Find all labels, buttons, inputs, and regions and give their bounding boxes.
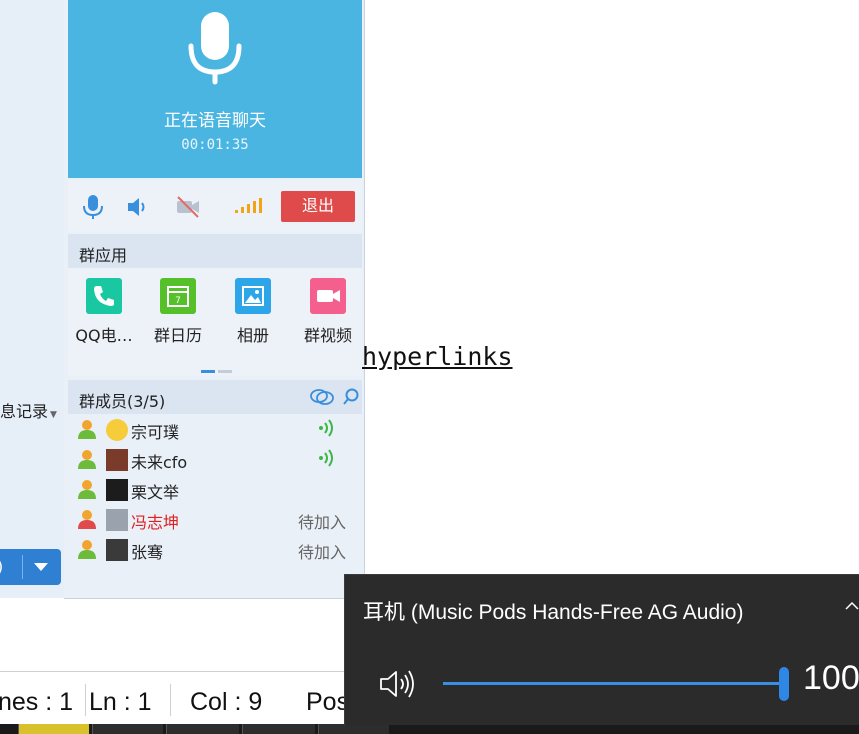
status-ln: Ln : 1 bbox=[89, 688, 152, 716]
taskbar-item[interactable] bbox=[242, 724, 315, 734]
taskbar bbox=[0, 724, 859, 734]
members-header: 群成员(3/5) bbox=[68, 380, 362, 414]
camera-off-icon[interactable] bbox=[174, 195, 202, 219]
member-name: 未来cfo bbox=[131, 453, 188, 472]
signal-strength-icon bbox=[235, 198, 262, 213]
app-label: 群视频 bbox=[303, 326, 352, 345]
avatar bbox=[106, 419, 128, 441]
app-album[interactable]: 相册 bbox=[216, 278, 290, 346]
taskbar-item[interactable] bbox=[18, 724, 89, 734]
send-split-button[interactable]: ) bbox=[0, 549, 61, 585]
chat-record-dropdown[interactable]: 息记录 ▼ bbox=[0, 398, 57, 422]
call-controls: 退出 bbox=[68, 180, 362, 232]
speaking-icon bbox=[319, 449, 333, 467]
member-name: 栗文举 bbox=[131, 483, 180, 502]
chat-bubble-icon[interactable] bbox=[310, 388, 334, 406]
volume-slider-track[interactable] bbox=[443, 682, 784, 685]
user-icon bbox=[78, 510, 96, 529]
app-group-calendar[interactable]: 7 群日历 bbox=[141, 278, 215, 346]
user-icon bbox=[78, 450, 96, 469]
user-icon bbox=[78, 420, 96, 439]
volume-value: 100 bbox=[803, 659, 859, 697]
status-pos: Pos bbox=[306, 688, 350, 716]
app-qq-phone[interactable]: QQ电… bbox=[67, 278, 141, 346]
avatar bbox=[106, 449, 128, 471]
phone-icon bbox=[86, 278, 122, 314]
calendar-icon: 7 bbox=[160, 278, 196, 314]
chat-record-label: 息记录 bbox=[0, 402, 49, 421]
voice-chat-panel: 正在语音聊天 00:01:35 退出 群应用 QQ电… 7 群日历 相册 群视频… bbox=[64, 0, 365, 599]
app-label: 群日历 bbox=[153, 326, 202, 345]
member-row[interactable]: 未来cfo bbox=[68, 444, 362, 474]
members-title: 群成员(3/5) bbox=[79, 392, 166, 411]
chevron-down-icon[interactable] bbox=[34, 563, 48, 571]
exit-call-button[interactable]: 退出 bbox=[281, 191, 355, 222]
taskbar-item[interactable] bbox=[166, 724, 239, 734]
svg-text:7: 7 bbox=[175, 296, 181, 306]
send-label-fragment: ) bbox=[0, 557, 3, 576]
group-apps-grid: QQ电… 7 群日历 相册 群视频 bbox=[68, 268, 362, 376]
mic-toggle-icon[interactable] bbox=[82, 194, 104, 220]
chevron-up-icon[interactable] bbox=[845, 601, 859, 611]
member-list: 宗可璞 未来cfo 栗文举 冯志坤 待加入 张骞 待加入 bbox=[68, 414, 362, 594]
speaker-volume-icon[interactable] bbox=[379, 668, 419, 700]
microphone-icon bbox=[188, 12, 242, 85]
photo-album-icon bbox=[235, 278, 271, 314]
status-col: Col : 9 bbox=[190, 688, 263, 716]
app-group-video[interactable]: 群视频 bbox=[291, 278, 365, 346]
video-camera-icon bbox=[310, 278, 346, 314]
user-icon bbox=[78, 480, 96, 499]
member-name: 张骞 bbox=[131, 543, 164, 562]
avatar bbox=[106, 479, 128, 501]
page-indicator[interactable] bbox=[201, 358, 235, 377]
avatar bbox=[106, 539, 128, 561]
voice-status-text: 正在语音聊天 bbox=[164, 111, 266, 131]
speaking-icon bbox=[319, 419, 333, 437]
speaker-icon[interactable] bbox=[126, 196, 150, 218]
group-apps-header: 群应用 bbox=[68, 234, 362, 268]
audio-device-name[interactable]: 耳机 (Music Pods Hands-Free AG Audio) bbox=[363, 596, 743, 626]
status-lines: nes : 1 bbox=[0, 688, 74, 716]
call-timer: 00:01:35 bbox=[181, 137, 249, 153]
volume-slider-thumb[interactable] bbox=[779, 667, 789, 701]
member-status: 待加入 bbox=[297, 543, 346, 562]
member-status: 待加入 bbox=[297, 513, 346, 532]
member-name: 宗可璞 bbox=[131, 423, 180, 442]
avatar bbox=[106, 509, 128, 531]
member-row[interactable]: 冯志坤 待加入 bbox=[68, 504, 362, 534]
member-name: 冯志坤 bbox=[131, 513, 180, 532]
taskbar-item[interactable] bbox=[92, 724, 163, 734]
member-row[interactable]: 张骞 待加入 bbox=[68, 534, 362, 564]
hyperlink-text[interactable]: hyperlinks bbox=[362, 342, 513, 371]
member-row[interactable]: 宗可璞 bbox=[68, 414, 362, 444]
volume-flyout: 耳机 (Music Pods Hands-Free AG Audio) 100 bbox=[344, 574, 859, 725]
app-label: QQ电… bbox=[75, 326, 133, 345]
search-icon[interactable] bbox=[342, 388, 360, 406]
taskbar-item[interactable] bbox=[318, 724, 389, 734]
group-apps-title: 群应用 bbox=[79, 246, 128, 265]
member-row[interactable]: 栗文举 bbox=[68, 474, 362, 504]
voice-header: 正在语音聊天 00:01:35 bbox=[68, 0, 362, 178]
chevron-down-icon: ▼ bbox=[50, 410, 57, 420]
app-label: 相册 bbox=[236, 326, 269, 345]
user-icon bbox=[78, 540, 96, 559]
split-divider bbox=[22, 555, 23, 579]
left-chat-panel bbox=[0, 0, 65, 598]
